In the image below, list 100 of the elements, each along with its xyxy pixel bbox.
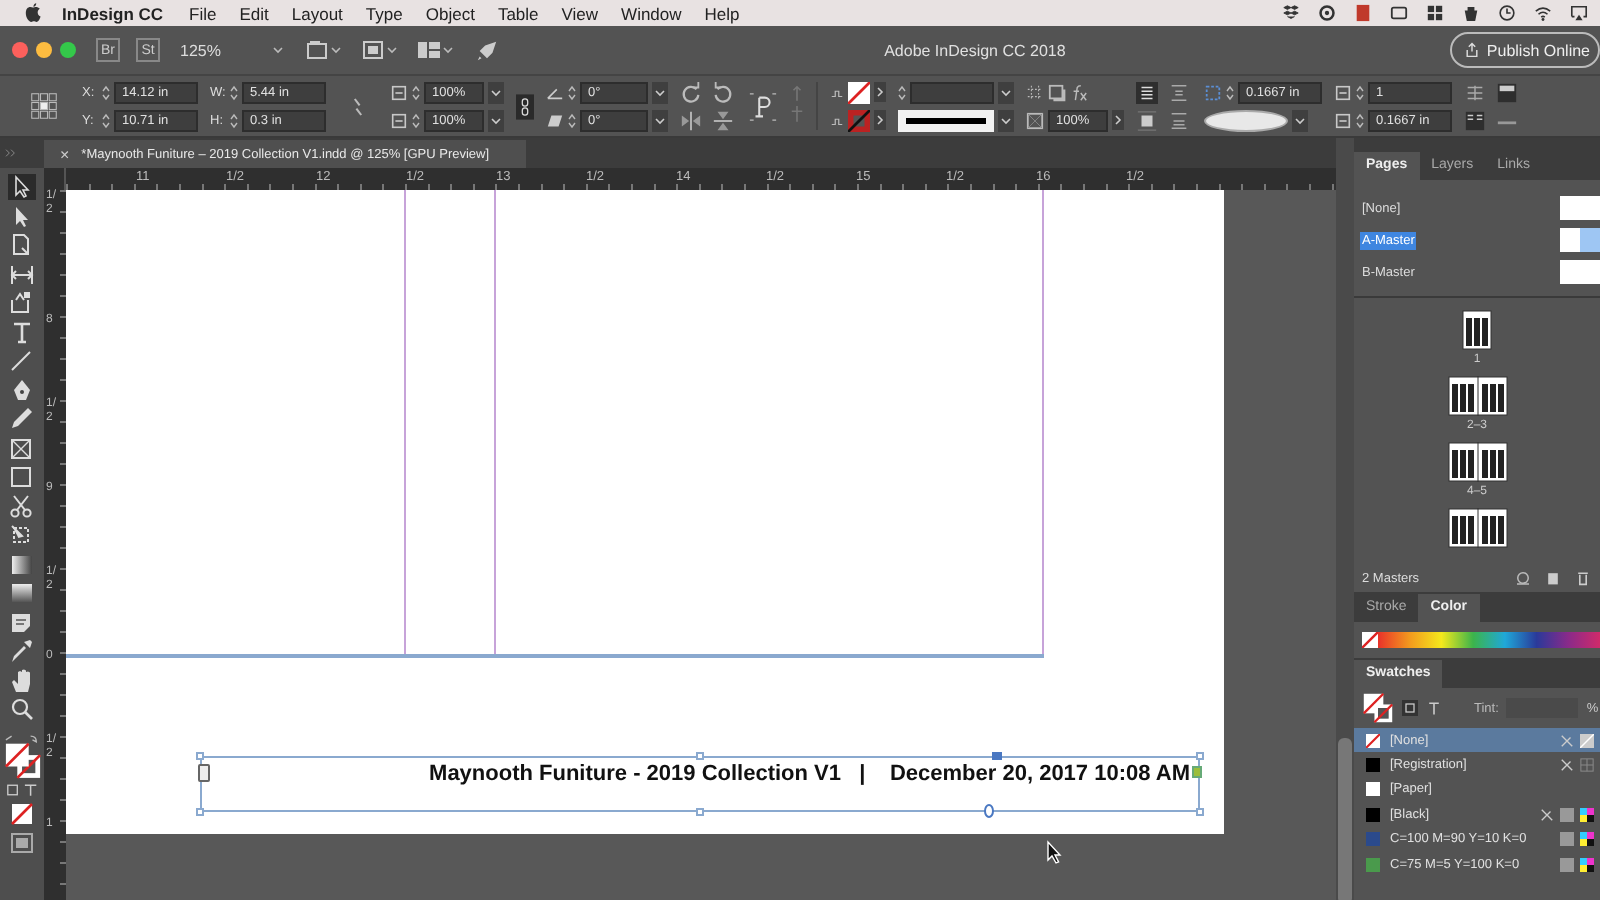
scissors-icon[interactable] xyxy=(8,493,36,519)
color-spectrum[interactable] xyxy=(1378,632,1600,648)
expand-arrow-icon[interactable] xyxy=(1112,110,1124,130)
scrollbar-thumb[interactable] xyxy=(1338,738,1352,900)
rectangle-icon[interactable] xyxy=(8,464,36,490)
gutter-icon[interactable] xyxy=(1334,111,1352,129)
crossed-frame-icon[interactable] xyxy=(8,435,36,461)
menu-item[interactable]: Window xyxy=(621,3,682,23)
frame-handle[interactable] xyxy=(696,752,704,760)
frame-handle[interactable] xyxy=(1196,808,1204,816)
shear-icon[interactable] xyxy=(546,111,564,129)
stepper-icon[interactable] xyxy=(102,111,110,129)
apple-icon[interactable] xyxy=(24,2,42,24)
menu-item[interactable]: File xyxy=(189,3,217,23)
bag-icon[interactable] xyxy=(1462,4,1480,22)
screen-mode-icon[interactable] xyxy=(360,38,401,62)
collector-icon[interactable] xyxy=(8,290,36,316)
frame-handle[interactable] xyxy=(696,808,704,816)
scale-y-icon[interactable] xyxy=(390,111,408,129)
hand-icon[interactable] xyxy=(8,667,36,693)
rocket-icon[interactable] xyxy=(476,39,499,61)
stepper-icon[interactable] xyxy=(230,111,238,129)
fill-stroke-icon[interactable] xyxy=(3,733,41,779)
stepper-icon[interactable] xyxy=(1356,111,1364,129)
none-icon[interactable] xyxy=(8,801,36,827)
stepper-icon[interactable] xyxy=(568,111,576,129)
stepper-icon[interactable] xyxy=(412,111,420,129)
stepper-icon[interactable] xyxy=(568,83,576,101)
text-frame[interactable]: Maynooth Funiture - 2019 Collection V1 | December 20, 2017 10:08 AM xyxy=(200,756,1200,812)
wifi-icon[interactable] xyxy=(1534,4,1552,22)
feather-icon[interactable] xyxy=(8,580,36,606)
master-thumbnail[interactable] xyxy=(1560,196,1600,220)
caret-icon[interactable] xyxy=(272,44,285,56)
frame-handle[interactable] xyxy=(196,808,204,816)
dropdown-caret-icon[interactable] xyxy=(652,81,668,103)
gradient-icon[interactable] xyxy=(8,551,36,577)
formatting-icon[interactable] xyxy=(3,782,41,798)
text-frame-top-icon[interactable] xyxy=(1496,81,1518,103)
stroke-type-dropdown[interactable] xyxy=(898,109,994,131)
fill-icon[interactable] xyxy=(830,85,844,99)
master-thumbnail[interactable] xyxy=(1560,260,1600,284)
fill-swatch[interactable] xyxy=(848,81,870,103)
menu-item[interactable]: Help xyxy=(704,3,740,23)
menu-item[interactable]: Edit xyxy=(239,3,269,23)
stepper-icon[interactable] xyxy=(898,83,906,101)
publish-online-button[interactable]: Publish Online xyxy=(1450,32,1600,68)
menu-item[interactable]: Table xyxy=(497,3,539,23)
grid-icon[interactable] xyxy=(1426,4,1444,22)
stepper-icon[interactable] xyxy=(102,83,110,101)
frame-icon[interactable] xyxy=(1026,83,1044,101)
app-icon[interactable] xyxy=(1354,4,1372,22)
text-icon[interactable] xyxy=(8,319,36,345)
pencil-icon[interactable] xyxy=(8,406,36,432)
zoom-button[interactable] xyxy=(60,42,76,58)
columns-icon[interactable] xyxy=(1334,83,1352,101)
minimize-button[interactable] xyxy=(36,42,52,58)
pen-icon[interactable] xyxy=(8,377,36,403)
master-thumbnail[interactable] xyxy=(1560,228,1600,252)
app-name[interactable]: InDesign CC xyxy=(62,3,164,23)
display-icon[interactable] xyxy=(1570,4,1588,22)
gap-icon[interactable] xyxy=(8,261,36,287)
flip-vertical-icon[interactable] xyxy=(712,109,734,131)
shadow-icon[interactable] xyxy=(1048,83,1066,101)
frame-handle[interactable] xyxy=(1196,752,1204,760)
page-thumbnail[interactable] xyxy=(1447,508,1507,548)
page-thumbnail[interactable] xyxy=(1447,442,1507,482)
eyedropper-icon[interactable] xyxy=(8,638,36,664)
constrain-icon[interactable] xyxy=(516,93,534,119)
text-icon[interactable] xyxy=(1426,700,1442,716)
fx-icon[interactable] xyxy=(1070,83,1088,101)
align-middle-icon[interactable] xyxy=(1136,109,1158,131)
none-swatch-icon[interactable] xyxy=(1362,632,1378,648)
trash-icon[interactable] xyxy=(1574,570,1592,586)
dropdown-caret-icon[interactable] xyxy=(998,81,1014,103)
dropdown-caret-icon[interactable] xyxy=(998,109,1014,131)
menu-item[interactable]: Type xyxy=(365,3,403,23)
stepper-icon[interactable] xyxy=(1226,83,1234,101)
stepper-icon[interactable] xyxy=(230,83,238,101)
stroke-style-field[interactable] xyxy=(1204,109,1288,131)
screen-mode-icon[interactable] xyxy=(8,830,36,856)
menu-item[interactable]: View xyxy=(561,3,599,23)
close-tab-button[interactable]: × xyxy=(60,145,70,163)
reference-point-icon[interactable] xyxy=(30,92,58,120)
line-icon[interactable] xyxy=(8,348,36,374)
align-center-icon[interactable] xyxy=(1168,81,1190,103)
arrange-documents-icon[interactable] xyxy=(416,38,457,62)
menu-item[interactable]: Object xyxy=(425,3,475,23)
dropdown-caret-icon[interactable] xyxy=(488,109,504,131)
stepper-icon[interactable] xyxy=(1356,83,1364,101)
flip-horizontal-icon[interactable] xyxy=(680,109,702,131)
align-bottom-icon[interactable] xyxy=(1168,109,1190,131)
note-icon[interactable] xyxy=(8,609,36,635)
view-options-icon[interactable] xyxy=(304,38,345,62)
dropdown-caret-icon[interactable] xyxy=(1292,109,1308,131)
opacity-icon[interactable] xyxy=(1026,111,1044,129)
text-frame-options-icon[interactable] xyxy=(1464,109,1486,131)
dropdown-caret-icon[interactable] xyxy=(652,109,668,131)
boxes-icon[interactable] xyxy=(1282,4,1300,22)
new-page-icon[interactable] xyxy=(1544,570,1562,586)
close-button[interactable] xyxy=(12,42,28,58)
